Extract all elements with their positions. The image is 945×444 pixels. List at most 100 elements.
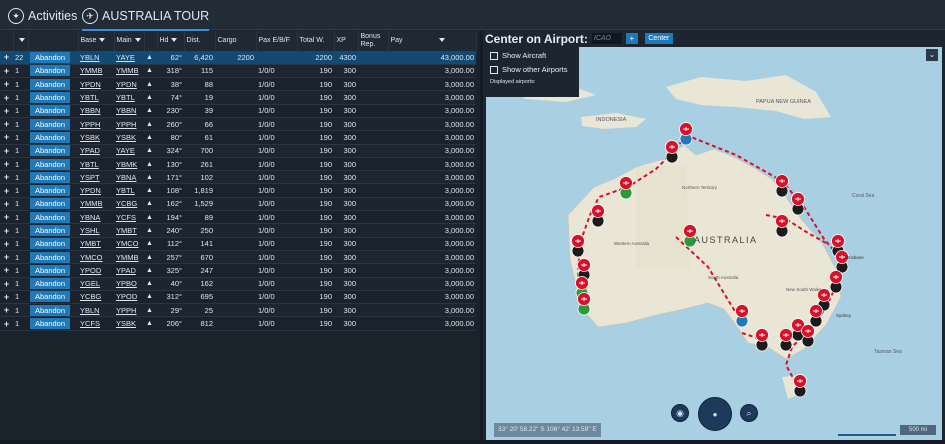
expand-button[interactable]: +	[0, 170, 13, 185]
row-base-link[interactable]: YSPT	[80, 173, 100, 182]
filter-icon[interactable]	[438, 38, 445, 43]
expand-button[interactable]: +	[0, 223, 13, 238]
header-main[interactable]: Main	[114, 31, 145, 51]
airport-marker[interactable]	[809, 304, 823, 328]
expand-button[interactable]: +	[0, 316, 13, 331]
row-base-link[interactable]: YCBG	[80, 292, 101, 301]
abandon-button[interactable]: Abandon	[30, 65, 70, 77]
row-base-link[interactable]: YCFS	[80, 319, 100, 328]
row-base-link[interactable]: YMBT	[80, 239, 101, 248]
header-base[interactable]: Base	[78, 31, 115, 51]
show-aircraft-checkbox[interactable]	[490, 51, 498, 60]
abandon-button[interactable]: Abandon	[30, 171, 70, 183]
table-row[interactable]: +1 Abandon YPOD YPAD ▲ 325° 247 1/0/0 190 300 3,00…	[0, 263, 476, 278]
expand-button[interactable]: +	[0, 197, 13, 212]
table-row[interactable]: +1 Abandon YCBG YPOD ▲ 312° 695 1/0/0 190 300 3,00…	[0, 290, 476, 305]
header-hd[interactable]: Hd	[157, 31, 185, 51]
abandon-button[interactable]: Abandon	[30, 185, 70, 197]
airport-marker[interactable]	[619, 176, 633, 200]
row-main-link[interactable]: YAYE	[116, 146, 135, 155]
table-row[interactable]: +1 Abandon YPPH YPPH ▲ 260° 66 1/0/0 190 300 3,000…	[0, 117, 476, 132]
table-row[interactable]: +1 Abandon YSPT YBNA ▲ 171° 102 1/0/0 190 300 3,00…	[0, 170, 476, 185]
row-base-link[interactable]: YGEL	[80, 279, 100, 288]
row-base-link[interactable]: YBBN	[80, 106, 100, 115]
abandon-button[interactable]: Abandon	[30, 251, 70, 263]
airport-marker[interactable]	[793, 374, 807, 398]
abandon-button[interactable]: Abandon	[30, 92, 70, 104]
row-base-link[interactable]: YBTL	[80, 160, 99, 169]
collapse-icon[interactable]: ⌄	[926, 49, 938, 61]
table-row[interactable]: +22 Abandon YBLN YAYE ▲ 62° 6,420 2200 2200 4300 4…	[0, 51, 476, 65]
airport-marker[interactable]	[775, 214, 789, 238]
abandon-button[interactable]: Abandon	[30, 304, 70, 316]
airport-marker[interactable]	[835, 250, 849, 274]
expand-button[interactable]: +	[0, 77, 13, 92]
table-row[interactable]: +1 Abandon YMMB YMMB ▲ 318° 115 1/0/0 190 300 3,00…	[0, 64, 476, 79]
abandon-button[interactable]: Abandon	[30, 145, 70, 157]
header-pax[interactable]: Pax E/B/F	[256, 31, 298, 51]
header-total[interactable]: Total W.	[297, 31, 335, 51]
row-main-link[interactable]: YBNA	[116, 173, 136, 182]
table-row[interactable]: +1 Abandon YPDN YPDN ▲ 38° 88 1/0/0 190 300 3,000.…	[0, 77, 476, 92]
airport-marker[interactable]	[791, 192, 805, 216]
header-bonus[interactable]: Bonus Rep.	[358, 31, 389, 51]
row-base-link[interactable]: YPOD	[80, 266, 101, 275]
show-aircraft-row[interactable]: Show Aircraft	[490, 51, 575, 60]
row-base-link[interactable]: YBLN	[80, 306, 100, 315]
header-xp[interactable]: XP	[334, 31, 359, 51]
airport-marker[interactable]	[779, 328, 793, 352]
row-main-link[interactable]: YMBT	[116, 226, 137, 235]
abandon-button[interactable]: Abandon	[30, 291, 70, 303]
abandon-button[interactable]: Abandon	[30, 238, 70, 250]
abandon-button[interactable]: Abandon	[30, 225, 70, 236]
row-main-link[interactable]: YPOD	[116, 292, 137, 301]
airport-marker[interactable]	[735, 304, 749, 328]
header-count[interactable]	[13, 31, 29, 51]
abandon-button[interactable]: Abandon	[30, 211, 70, 223]
row-main-link[interactable]: YSBK	[116, 133, 136, 142]
zoom-search-icon[interactable]: ⌕	[740, 404, 758, 422]
table-row[interactable]: +1 Abandon YPDN YBTL ▲ 108° 1,819 1/0/0 190 300 3,…	[0, 183, 476, 198]
row-base-link[interactable]: YSHL	[80, 226, 100, 235]
abandon-button[interactable]: Abandon	[30, 51, 70, 63]
abandon-button[interactable]: Abandon	[30, 158, 70, 170]
filter-icon[interactable]	[99, 38, 106, 43]
expand-button[interactable]: +	[0, 51, 13, 65]
expand-button[interactable]: +	[0, 104, 13, 118]
table-row[interactable]: +1 Abandon YMMB YCBG ▲ 162° 1,529 1/0/0 190 300 3,…	[0, 197, 476, 212]
airport-marker[interactable]	[591, 204, 605, 228]
abandon-button[interactable]: Abandon	[30, 264, 70, 276]
expand-button[interactable]: +	[0, 64, 13, 79]
row-main-link[interactable]: YSBK	[116, 319, 136, 328]
row-main-link[interactable]: YPAD	[116, 266, 136, 275]
icao-input[interactable]: ICAO	[591, 33, 622, 44]
airport-marker[interactable]	[571, 234, 585, 258]
abandon-button[interactable]: Abandon	[30, 131, 70, 143]
row-main-link[interactable]: YMMB	[116, 253, 139, 262]
tab-australia-tour[interactable]: ✈ AUSTRALIA TOUR	[82, 6, 210, 31]
header-dist[interactable]: Dist.	[184, 31, 216, 51]
center-button[interactable]: Center	[644, 33, 673, 44]
abandon-button[interactable]: Abandon	[30, 278, 70, 290]
expand-button[interactable]: +	[0, 183, 13, 198]
row-main-link[interactable]: YBTL	[116, 93, 135, 102]
header-cargo[interactable]: Cargo	[215, 31, 257, 51]
show-other-airports-row[interactable]: Show other Airports	[490, 65, 575, 74]
row-main-link[interactable]: YBBN	[116, 106, 136, 115]
row-base-link[interactable]: YSBK	[80, 133, 100, 142]
row-base-link[interactable]: YBNA	[80, 213, 100, 222]
abandon-button[interactable]: Abandon	[30, 198, 70, 210]
airport-marker[interactable]	[577, 292, 591, 316]
row-base-link[interactable]: YPDN	[80, 186, 101, 195]
table-row[interactable]: +1 Abandon YCFS YSBK ▲ 206° 812 1/0/0 190 300 3,00…	[0, 316, 476, 331]
show-other-airports-checkbox[interactable]	[490, 65, 498, 74]
table-row[interactable]: +1 Abandon YBBN YBBN ▲ 230° 39 1/0/0 190 300 3,000…	[0, 104, 476, 118]
table-row[interactable]: +1 Abandon YBTL YBTL ▲ 74° 19 1/0/0 190 300 3,000.…	[0, 90, 476, 105]
row-base-link[interactable]: YMMB	[80, 66, 103, 75]
table-row[interactable]: +1 Abandon YMBT YMCO ▲ 112° 141 1/0/0 190 300 3,00…	[0, 237, 476, 251]
visibility-eye-icon[interactable]: ◉	[671, 404, 689, 422]
row-base-link[interactable]: YPDN	[80, 80, 101, 89]
row-main-link[interactable]: YMCO	[116, 239, 139, 248]
expand-button[interactable]: +	[0, 117, 13, 132]
expand-button[interactable]: +	[0, 130, 13, 145]
